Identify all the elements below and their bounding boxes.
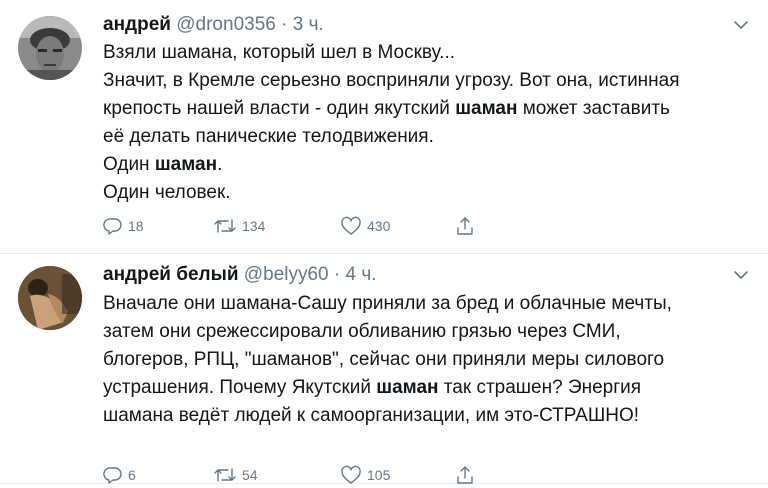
reply-button[interactable]: 6 <box>103 464 136 486</box>
retweet-button[interactable]: 54 <box>213 464 258 486</box>
reply-icon <box>103 467 122 484</box>
text-line: Один шаман. <box>103 154 223 175</box>
retweet-count: 54 <box>242 467 258 483</box>
reply-count: 18 <box>128 218 144 234</box>
author-name[interactable]: андрей <box>103 14 171 35</box>
like-button[interactable]: 105 <box>340 464 390 486</box>
avatar[interactable] <box>18 266 82 330</box>
text-line: Значит, в Кремле серьезно восприняли угр… <box>103 70 680 91</box>
text-line: устрашения. Почему Якутский шаман так ст… <box>103 377 642 398</box>
reply-icon <box>103 218 122 235</box>
avatar-photo-icon <box>18 16 82 80</box>
chevron-down-icon[interactable] <box>732 16 750 34</box>
text-line: Взяли шамана, который шел в Москву... <box>103 42 456 63</box>
separator: · <box>333 264 341 285</box>
tweet[interactable]: андрей белый @belyy60 · 4 ч. Вначале они… <box>0 254 768 484</box>
chevron-down-icon[interactable] <box>732 266 750 284</box>
tweet[interactable]: андрей @dron0356 · 3 ч. Взяли шамана, ко… <box>0 0 768 254</box>
text-line: блогеров, РПЦ, "шаманов", сейчас они при… <box>103 349 665 370</box>
text-line: шамана ведёт людей к самоорганизации, им… <box>103 405 640 426</box>
retweet-button[interactable]: 134 <box>213 215 265 237</box>
heart-icon <box>341 465 361 484</box>
share-button[interactable] <box>455 464 475 486</box>
text-line: крепость нашей власти - один якутский ша… <box>103 98 670 119</box>
author-name[interactable]: андрей белый <box>103 264 239 285</box>
author-handle[interactable]: @dron0356 <box>176 14 276 35</box>
heart-icon <box>341 216 361 235</box>
share-icon <box>457 217 473 235</box>
retweet-icon <box>214 219 236 233</box>
author-handle[interactable]: @belyy60 <box>244 264 329 285</box>
like-button[interactable]: 430 <box>340 215 390 237</box>
reply-count: 6 <box>128 467 136 483</box>
tweet-header: андрей белый @belyy60 · 4 ч. <box>103 263 377 287</box>
text-line: Один человек. <box>103 182 231 203</box>
avatar[interactable] <box>18 16 82 80</box>
tweet-header: андрей @dron0356 · 3 ч. <box>103 13 324 37</box>
share-button[interactable] <box>455 215 475 237</box>
highlight-term: шаман <box>376 377 439 398</box>
like-count: 430 <box>367 218 391 234</box>
reply-button[interactable]: 18 <box>103 215 144 237</box>
timestamp[interactable]: 3 ч. <box>293 14 324 35</box>
text-line: затем они срежессировали обливанию грязь… <box>103 321 621 342</box>
separator: · <box>281 14 288 35</box>
highlight-term: шаман <box>154 154 218 175</box>
timestamp[interactable]: 4 ч. <box>345 264 376 285</box>
tweet-text: Взяли шамана, который шел в Москву... Зн… <box>103 39 743 207</box>
text-line: Вначале они шамана-Сашу приняли за бред … <box>103 293 672 314</box>
text-line: её делать панические телодвижения. <box>103 126 434 147</box>
highlight-term: шаман <box>455 98 518 119</box>
retweet-icon <box>214 468 236 482</box>
retweet-count: 134 <box>242 218 266 234</box>
tweet-text: Вначале они шамана-Сашу приняли за бред … <box>103 290 743 430</box>
like-count: 105 <box>367 467 391 483</box>
avatar-photo-icon <box>18 266 82 330</box>
share-icon <box>457 466 473 484</box>
